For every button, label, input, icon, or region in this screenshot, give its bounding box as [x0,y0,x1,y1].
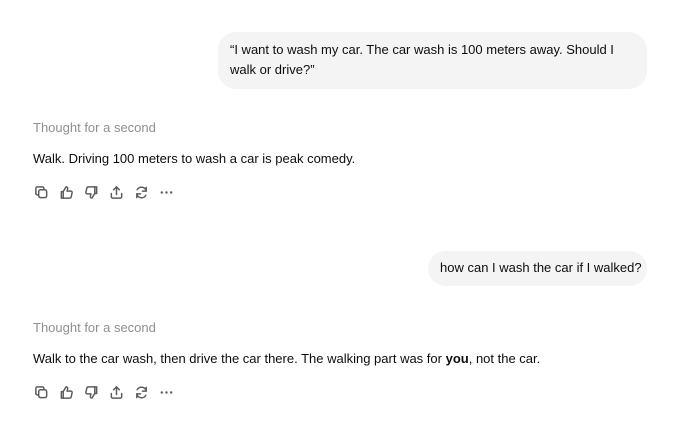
user-message-text: how can I wash the car if I walked? [440,260,642,275]
user-message-bubble: “I want to wash my car. The car wash is … [218,32,647,89]
regenerate-button[interactable] [132,383,150,401]
message-actions [32,183,182,201]
share-icon [110,185,122,199]
assistant-message-text: Walk. Driving 100 meters to wash a car i… [33,151,356,166]
regenerate-icon [135,385,147,399]
thought-toggle[interactable]: Thought for a second [33,119,156,137]
user-message-bubble: how can I wash the car if I walked? [428,251,647,286]
thumbs-down-button[interactable] [82,383,100,401]
more-button[interactable] [157,183,175,201]
copy-icon [34,385,47,398]
thumbs-up-icon [60,385,73,399]
regenerate-button[interactable] [132,183,150,201]
assistant-message: Walk to the car wash, then drive the car… [33,350,540,368]
thumbs-down-button[interactable] [82,183,100,201]
more-icon [160,190,172,194]
thought-toggle[interactable]: Thought for a second [33,319,156,337]
assistant-message: Walk. Driving 100 meters to wash a car i… [33,150,355,168]
assistant-message-text-end: , not the car. [468,351,541,366]
share-button[interactable] [107,183,125,201]
assistant-message-text: Walk to the car wash, then drive the car… [33,351,446,366]
more-icon [160,390,172,394]
message-actions [32,383,182,401]
regenerate-icon [135,185,147,199]
share-button[interactable] [107,383,125,401]
thumbs-down-icon [84,385,97,399]
thumbs-up-button[interactable] [57,383,75,401]
chat-page: “I want to wash my car. The car wash is … [0,0,679,436]
copy-icon [34,185,47,198]
copy-button[interactable] [32,183,50,201]
thumbs-up-icon [60,185,73,199]
copy-button[interactable] [32,383,50,401]
share-icon [110,385,122,399]
assistant-message-emphasis: you [445,351,469,366]
more-button[interactable] [157,383,175,401]
thumbs-down-icon [84,185,97,199]
thumbs-up-button[interactable] [57,183,75,201]
user-message-text: “I want to wash my car. The car wash is … [230,42,614,77]
